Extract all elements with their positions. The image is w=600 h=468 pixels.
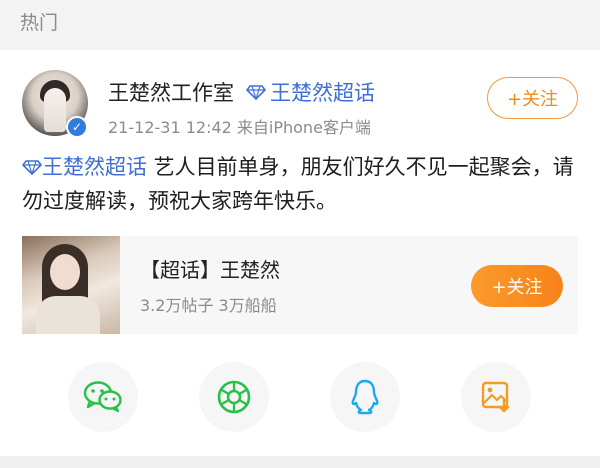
qq-icon	[351, 379, 379, 415]
moments-icon	[217, 380, 251, 414]
super-topic-thumbnail[interactable]	[22, 236, 120, 334]
share-wechat-button[interactable]	[68, 362, 138, 432]
wechat-icon	[83, 381, 122, 413]
save-image-button[interactable]	[461, 362, 531, 432]
topic-inline-link[interactable]: 王楚然超话	[42, 155, 147, 179]
post-meta: 21-12-31 12:42 来自iPhone客户端	[108, 118, 371, 137]
topic-tag-link[interactable]: 王楚然超话	[270, 77, 375, 107]
post-text: 王楚然超话 艺人目前单身，朋友们好久不见一起聚会，请勿过度解读，预祝大家跨年快乐…	[21, 150, 582, 218]
section-header: 热门	[0, 0, 600, 50]
share-qq-button[interactable]	[330, 362, 400, 432]
verified-badge-icon: ✓	[66, 116, 88, 138]
follow-button[interactable]: +关注	[487, 77, 578, 119]
super-topic-stats: 3.2万帖子 3万船船	[140, 296, 277, 315]
section-title: 热门	[20, 12, 59, 34]
super-topic-card[interactable]: 【超话】王楚然 3.2万帖子 3万船船 +关注	[22, 236, 578, 334]
share-moments-button[interactable]	[199, 362, 269, 432]
author-name[interactable]: 王楚然工作室	[108, 77, 234, 107]
super-topic-diamond-icon	[21, 160, 43, 177]
super-topic-title: 【超话】王楚然	[140, 258, 280, 282]
super-topic-follow-button[interactable]: +关注	[471, 265, 563, 307]
super-topic-diamond-icon	[246, 85, 266, 100]
share-row	[0, 358, 600, 438]
author-line: 王楚然工作室 王楚然超话	[108, 76, 375, 108]
bottom-divider	[0, 456, 600, 468]
save-image-icon	[481, 381, 510, 413]
